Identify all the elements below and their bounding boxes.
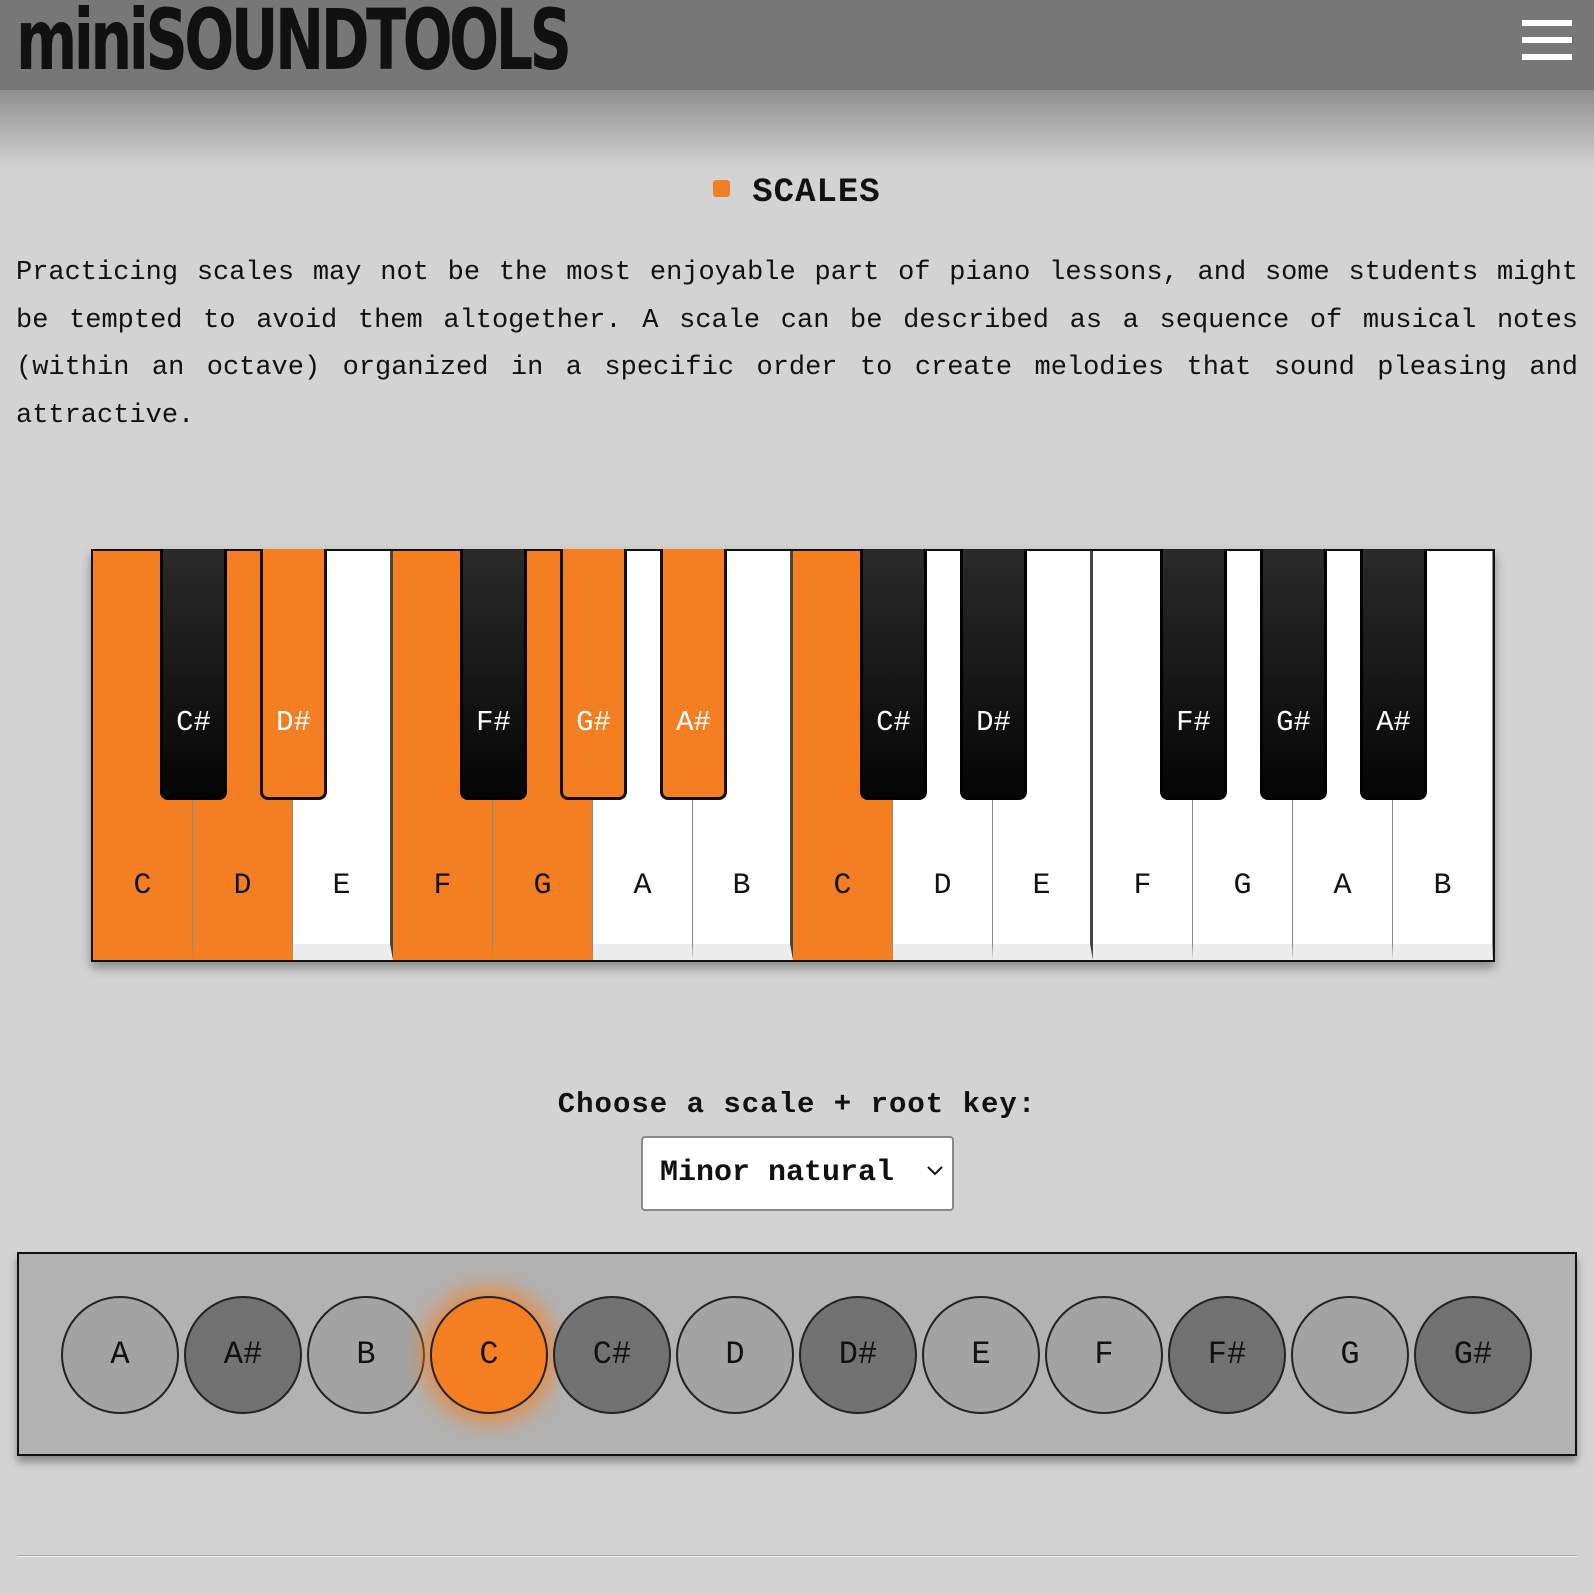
piano-keyboard: C D E F G A B C D E F G A B C# D# F# G# A# C# D# F# G# A# [91,549,1495,962]
root-key-e[interactable]: E [922,1296,1040,1414]
black-key-a-sharp[interactable]: A# [660,549,727,800]
white-key-label: E [1032,869,1051,903]
scale-chooser-label: Choose a scale + root key: [557,1088,1037,1121]
white-key-label: D [233,869,252,903]
intro-paragraph: Practicing scales may not be the most en… [16,258,1578,431]
black-key-c-sharp[interactable]: C# [860,549,927,800]
root-key-c-sharp[interactable]: C# [553,1296,671,1414]
root-key-b[interactable]: B [307,1296,425,1414]
white-key-label: F [1133,869,1152,903]
black-key-d-sharp[interactable]: D# [260,549,327,800]
black-key-f-sharp[interactable]: F# [460,549,527,800]
black-key-label: F# [476,706,511,739]
black-key-label: G# [1276,706,1311,739]
black-key-label: A# [676,706,711,739]
site-header: miniSOUNDTOOLS [0,0,1594,90]
scale-select-value: Minor natural [660,1156,895,1190]
black-key-a-sharp[interactable]: A# [1360,549,1427,800]
black-key-d-sharp[interactable]: D# [960,549,1027,800]
white-key-label: F [433,869,452,903]
root-key-panel: A A# B C C# D D# E F F# G G# [17,1252,1577,1456]
page-title-text: SCALES [752,174,881,212]
black-key-f-sharp[interactable]: F# [1160,549,1227,800]
root-key-f-sharp[interactable]: F# [1168,1296,1286,1414]
root-key-f[interactable]: F [1045,1296,1163,1414]
black-key-label: D# [276,706,311,739]
black-key-g-sharp[interactable]: G# [1260,549,1327,800]
black-key-label: C# [876,706,911,739]
root-key-g[interactable]: G [1291,1296,1409,1414]
black-key-label: D# [976,706,1011,739]
white-key-label: G [1233,869,1252,903]
white-key-label: B [1433,869,1452,903]
menu-bar [1522,20,1572,26]
root-key-g-sharp[interactable]: G# [1414,1296,1532,1414]
menu-bar [1522,54,1572,60]
root-key-a[interactable]: A [61,1296,179,1414]
root-key-a-sharp[interactable]: A# [184,1296,302,1414]
white-key-label: A [1333,869,1352,903]
site-logo[interactable]: miniSOUNDTOOLS [16,0,572,86]
header-shadow [0,90,1594,170]
hamburger-menu-icon[interactable] [1522,20,1572,62]
black-key-label: F# [1176,706,1211,739]
title-bullet-icon [713,180,731,197]
root-key-d-sharp[interactable]: D# [799,1296,917,1414]
page-title: SCALES [0,170,1594,216]
black-key-g-sharp[interactable]: G# [560,549,627,800]
white-key-label: C [133,869,152,903]
root-key-c[interactable]: C [430,1296,548,1414]
white-key-label: G [533,869,552,903]
black-key-label: G# [576,706,611,739]
root-key-d[interactable]: D [676,1296,794,1414]
white-key-label: D [933,869,952,903]
white-key-label: A [633,869,652,903]
white-key-label: E [332,869,351,903]
footer-divider [17,1555,1577,1557]
chevron-down-icon [927,1166,943,1176]
white-key-label: C [833,869,852,903]
black-key-c-sharp[interactable]: C# [160,549,227,800]
scale-select[interactable]: Minor natural [641,1136,954,1211]
black-key-label: C# [176,706,211,739]
black-key-label: A# [1376,706,1411,739]
menu-bar [1522,37,1572,43]
white-key-label: B [732,869,751,903]
